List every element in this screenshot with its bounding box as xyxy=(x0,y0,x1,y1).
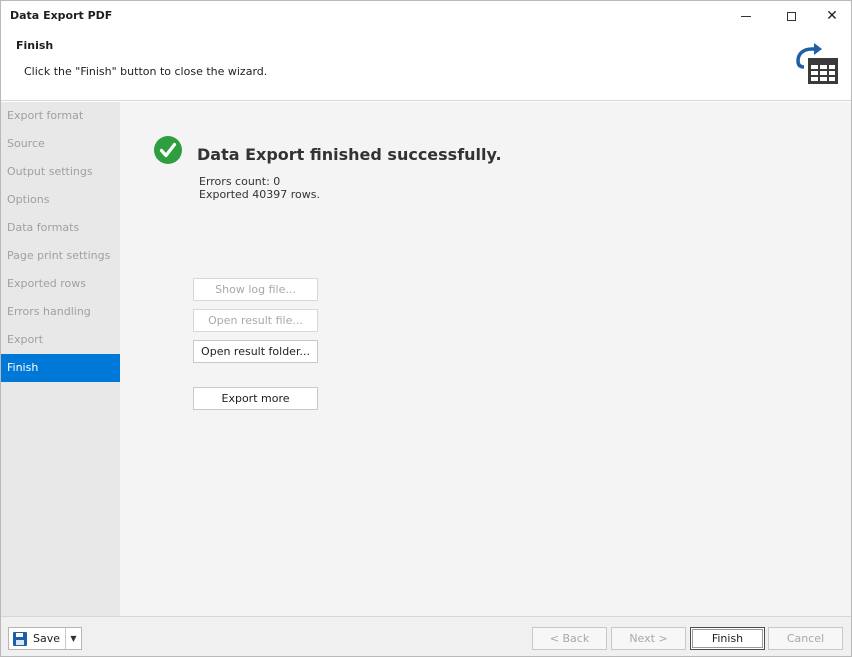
chevron-down-icon: ▼ xyxy=(70,634,77,643)
export-more-button[interactable]: Export more xyxy=(193,387,318,410)
title-bar: Data Export PDF ✕ xyxy=(1,1,851,31)
maximize-icon xyxy=(786,11,796,21)
wizard-header: Finish Click the "Finish" button to clos… xyxy=(1,31,851,101)
sidebar-item-errors-handling[interactable]: Errors handling xyxy=(1,298,120,326)
minimize-button[interactable] xyxy=(723,1,769,31)
export-table-icon xyxy=(796,43,838,84)
exported-rows-text: Exported 40397 rows. xyxy=(199,188,320,201)
sidebar-item-finish[interactable]: Finish xyxy=(1,354,120,382)
wizard-sidebar: Export format Source Output settings Opt… xyxy=(1,102,120,616)
wizard-content: Data Export finished successfully. Error… xyxy=(120,102,851,616)
open-result-folder-button[interactable]: Open result folder... xyxy=(193,340,318,363)
next-button[interactable]: Next > xyxy=(611,627,686,650)
sidebar-item-exported-rows[interactable]: Exported rows xyxy=(1,270,120,298)
finish-button[interactable]: Finish xyxy=(690,627,765,650)
save-button[interactable]: Save xyxy=(9,628,65,649)
open-result-file-button[interactable]: Open result file... xyxy=(193,309,318,332)
step-title: Finish xyxy=(16,39,54,52)
show-log-file-button[interactable]: Show log file... xyxy=(193,278,318,301)
sidebar-item-options[interactable]: Options xyxy=(1,186,120,214)
sidebar-item-output-settings[interactable]: Output settings xyxy=(1,158,120,186)
sidebar-item-export-format[interactable]: Export format xyxy=(1,102,120,130)
back-button[interactable]: < Back xyxy=(532,627,607,650)
status-title: Data Export finished successfully. xyxy=(197,145,502,164)
sidebar-item-data-formats[interactable]: Data formats xyxy=(1,214,120,242)
sidebar-item-page-print-settings[interactable]: Page print settings xyxy=(1,242,120,270)
step-description: Click the "Finish" button to close the w… xyxy=(24,65,268,78)
wizard-footer: Save ▼ < Back Next > Finish Cancel xyxy=(1,616,851,656)
close-icon: ✕ xyxy=(826,8,838,24)
window-title: Data Export PDF xyxy=(10,9,113,22)
minimize-icon xyxy=(741,15,751,17)
save-split-button: Save ▼ xyxy=(8,627,82,650)
errors-count-text: Errors count: 0 xyxy=(199,175,281,188)
save-label: Save xyxy=(33,632,61,645)
maximize-button[interactable] xyxy=(768,1,814,31)
save-dropdown-button[interactable]: ▼ xyxy=(65,628,81,649)
check-circle-icon xyxy=(154,136,182,164)
floppy-disk-icon xyxy=(13,631,27,646)
sidebar-item-source[interactable]: Source xyxy=(1,130,120,158)
close-button[interactable]: ✕ xyxy=(809,1,852,31)
sidebar-item-export[interactable]: Export xyxy=(1,326,120,354)
wizard-window: Data Export PDF ✕ Finish Click the "Fini… xyxy=(0,0,852,657)
cancel-button[interactable]: Cancel xyxy=(768,627,843,650)
